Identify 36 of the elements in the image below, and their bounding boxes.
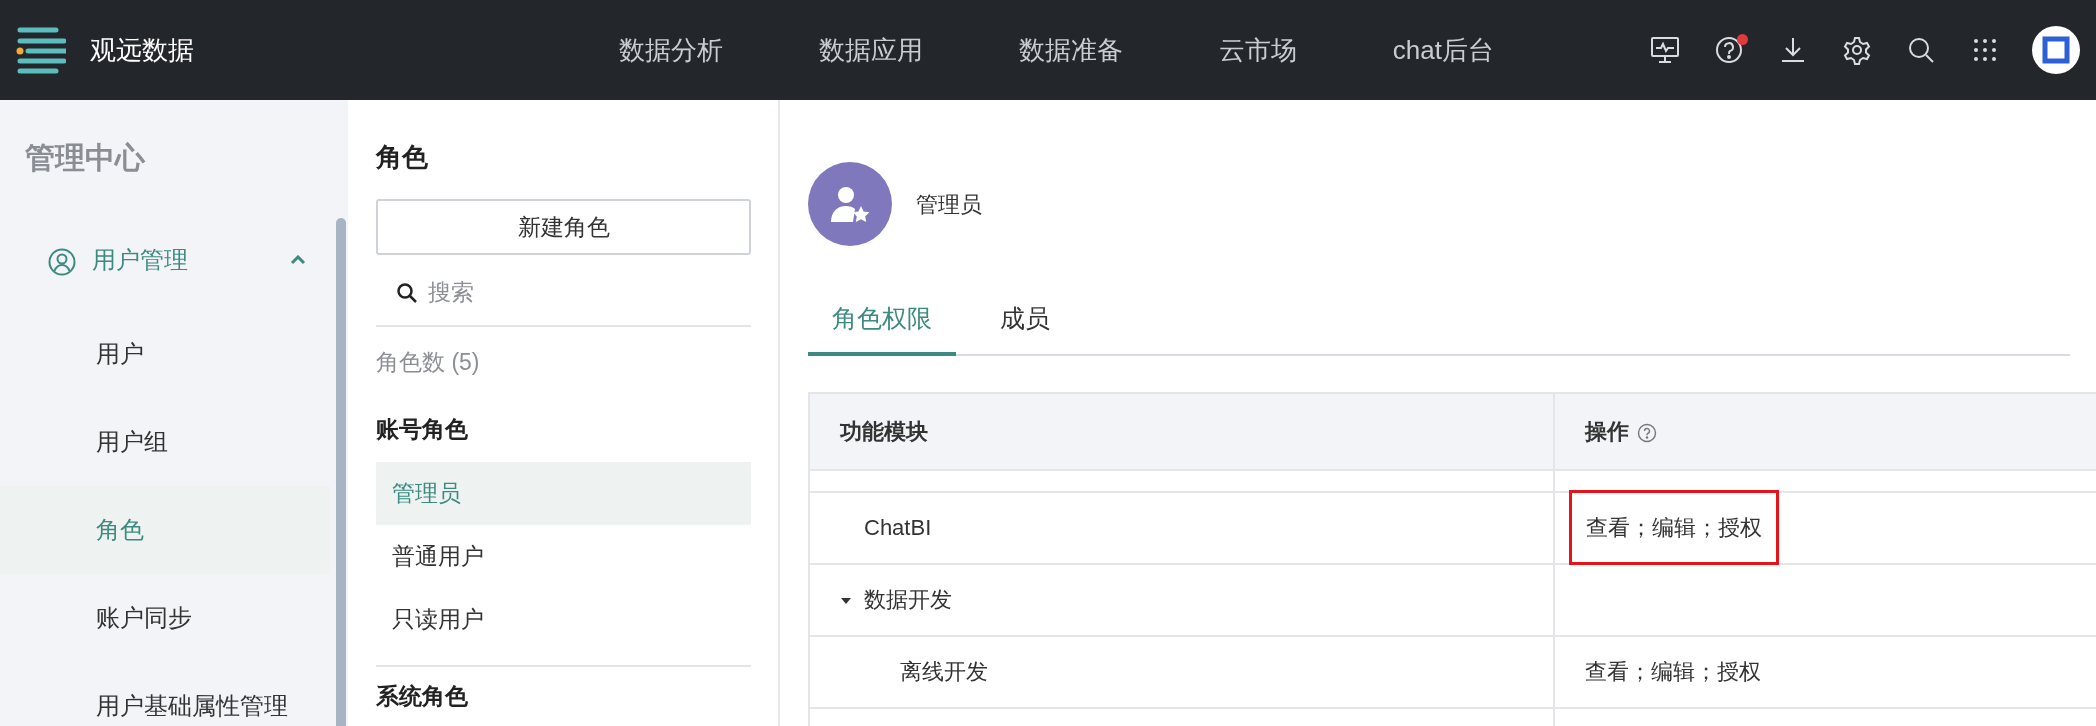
tab[interactable]: 成员 bbox=[976, 292, 1074, 356]
nav-link[interactable]: 数据准备 bbox=[1014, 30, 1127, 70]
tab[interactable]: 角色权限 bbox=[808, 292, 956, 356]
sidebar-item[interactable]: 账户同步 bbox=[0, 574, 330, 662]
nav-link[interactable]: chat后台 bbox=[1388, 30, 1498, 70]
avatar-button[interactable] bbox=[2032, 26, 2080, 74]
sidebar-item[interactable]: 用户组 bbox=[0, 398, 330, 486]
new-role-button[interactable]: 新建角色 bbox=[376, 199, 751, 256]
role-item[interactable]: 只读用户 bbox=[376, 588, 751, 652]
search-icon bbox=[396, 280, 418, 305]
nav-link[interactable]: 数据应用 bbox=[814, 30, 927, 70]
sidebar-group[interactable]: 用户管理 bbox=[0, 240, 330, 280]
group-label: 用户管理 bbox=[92, 245, 188, 275]
sidebar-item[interactable]: 角色 bbox=[0, 486, 330, 574]
module-name: 数据开发 bbox=[864, 586, 952, 614]
permission-actions: 查看；编辑；授权 bbox=[1585, 658, 1761, 686]
sidebar-title: 管理中心 bbox=[24, 140, 146, 176]
role-item[interactable]: 管理员 bbox=[376, 462, 751, 526]
section-title: 账号角色 bbox=[376, 414, 469, 444]
role-count: 角色数 (5) bbox=[376, 348, 481, 378]
role-item[interactable]: 普通用户 bbox=[376, 525, 751, 589]
nav-link[interactable]: 数据分析 bbox=[614, 30, 727, 70]
role-name: 管理员 bbox=[916, 190, 982, 219]
sidebar-item[interactable]: 用户基础属性管理 bbox=[0, 662, 330, 726]
nav-link[interactable]: 云市场 bbox=[1214, 30, 1301, 70]
module-name: 离线开发 bbox=[900, 658, 988, 686]
module-name: ChatBI bbox=[864, 514, 932, 542]
app-name: 观远数据 bbox=[90, 33, 194, 67]
header-label: 操作 bbox=[1585, 417, 1629, 446]
section-title: 系统角色 bbox=[376, 682, 469, 712]
permission-actions: 查看；编辑；授权 bbox=[1569, 490, 1779, 565]
sidebar-item[interactable]: 用户 bbox=[0, 310, 330, 398]
panel-title: 角色 bbox=[376, 142, 429, 174]
header-label: 功能模块 bbox=[840, 417, 928, 446]
scrollbar-thumb[interactable] bbox=[336, 218, 346, 726]
logo-icon bbox=[16, 25, 66, 75]
